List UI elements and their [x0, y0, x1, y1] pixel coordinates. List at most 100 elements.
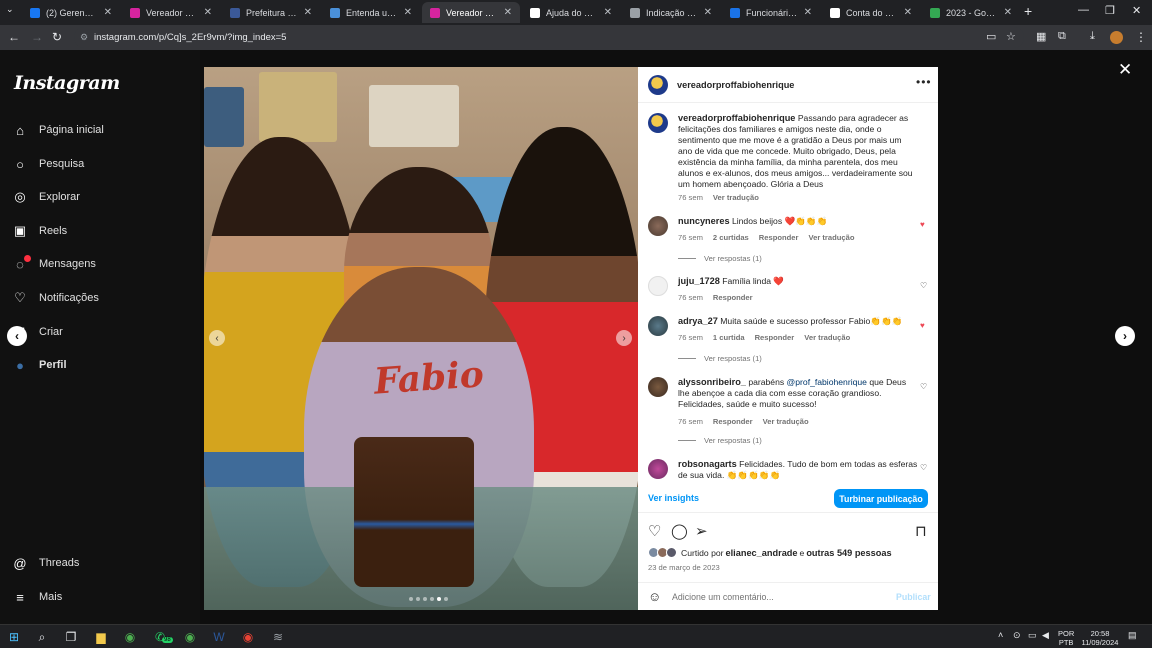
commenter-avatar[interactable]	[648, 276, 668, 296]
previous-post-arrow[interactable]: ‹	[7, 326, 27, 346]
comment-username[interactable]: alyssonribeiro_	[678, 377, 746, 387]
author-username[interactable]: vereadorproffabiohenrique	[677, 80, 794, 90]
task-view-icon[interactable]: ❐	[63, 629, 79, 645]
boost-post-button[interactable]: Turbinar publicação	[834, 489, 928, 508]
extension-icon[interactable]: ▦	[1036, 30, 1046, 43]
tab-close-icon[interactable]: ✕	[304, 7, 312, 18]
sidebar-item-compass[interactable]: ◎ Explorar	[12, 189, 80, 205]
comment-username[interactable]: nuncyneres	[678, 216, 730, 226]
comment-like-heart-icon[interactable]: ♥	[920, 220, 925, 229]
address-bar[interactable]: ⚙ instagram.com/p/Cq]s_2Er9vm/?img_index…	[74, 27, 1024, 48]
translate-link[interactable]: Ver tradução	[804, 332, 850, 343]
comment-like-heart-icon[interactable]: ♡	[920, 281, 927, 290]
volume-icon[interactable]: ◀	[1042, 631, 1049, 640]
site-info-icon[interactable]: ⚙	[80, 32, 88, 43]
profile-avatar[interactable]	[1110, 31, 1123, 44]
notifications-icon[interactable]: ▤	[1128, 631, 1137, 640]
sidebar-item-threads[interactable]: @ Threads	[12, 555, 79, 571]
new-tab-button[interactable]: +	[1024, 3, 1032, 19]
tab-close-icon[interactable]: ✕	[1004, 7, 1012, 18]
cast-icon[interactable]: ▭	[986, 30, 996, 43]
browser-tab[interactable]: Entenda um pouco ✕	[322, 2, 420, 23]
tab-close-icon[interactable]: ✕	[704, 7, 712, 18]
windows-start-icon[interactable]: ⊞	[6, 629, 22, 645]
reply-link[interactable]: Responder	[713, 292, 753, 303]
caption-translate-link[interactable]: Ver tradução	[713, 192, 759, 203]
tab-close-icon[interactable]: ✕	[204, 7, 212, 18]
reply-link[interactable]: Responder	[759, 232, 799, 243]
instagram-logo[interactable]: Instagram	[14, 72, 120, 94]
translate-link[interactable]: Ver tradução	[763, 416, 809, 427]
browser-tab[interactable]: Vereador Professo ✕	[122, 2, 220, 23]
sidebar-item-home[interactable]: ⌂ Página inicial	[12, 122, 104, 138]
chrome-menu-icon[interactable]: ⋮	[1135, 30, 1147, 44]
commenter-avatar[interactable]	[648, 377, 668, 397]
file-explorer-icon[interactable]: ▆	[93, 629, 109, 645]
app-icon[interactable]: ≋	[270, 629, 286, 645]
browser-tab[interactable]: Conta do Google ✕	[822, 2, 920, 23]
publish-button[interactable]: Publicar	[896, 592, 931, 602]
forward-icon[interactable]: →	[31, 30, 43, 44]
download-icon[interactable]: ⤓	[1090, 30, 1095, 43]
maximize-icon[interactable]: ❐	[1105, 4, 1115, 17]
view-replies[interactable]: Ver respostas (1)	[678, 254, 762, 263]
mention-link[interactable]: @prof_fabiohenrique	[787, 377, 867, 387]
browser-tab[interactable]: Ajuda do Google ✕	[522, 2, 620, 23]
comment-like-heart-icon[interactable]: ♡	[920, 463, 927, 472]
more-options-icon[interactable]: •••	[916, 75, 932, 89]
comment-likes[interactable]: 1 curtida	[713, 332, 745, 343]
sidebar-item-search[interactable]: ○ Pesquisa	[12, 156, 84, 172]
commenter-avatar[interactable]	[648, 216, 668, 236]
caption-username[interactable]: vereadorproffabiohenrique	[678, 113, 795, 123]
view-replies[interactable]: Ver respostas (1)	[678, 354, 762, 363]
minimize-icon[interactable]: —	[1078, 4, 1089, 16]
tab-close-icon[interactable]: ✕	[604, 7, 612, 18]
carousel-prev-arrow[interactable]: ‹	[209, 330, 225, 346]
comment-like-heart-icon[interactable]: ♥	[920, 321, 925, 330]
close-window-icon[interactable]: ✕	[1132, 4, 1141, 17]
emoji-icon[interactable]: ☺	[648, 589, 661, 604]
tab-close-icon[interactable]: ✕	[904, 7, 912, 18]
tab-close-icon[interactable]: ✕	[504, 7, 512, 18]
sidebar-item-heart[interactable]: ♡ Notificações	[12, 290, 99, 306]
sidebar-item-reels[interactable]: ▣ Reels	[12, 223, 67, 239]
liked-by-others[interactable]: outras 549 pessoas	[806, 548, 891, 558]
tab-search-icon[interactable]: ⌄	[6, 4, 14, 15]
tab-close-icon[interactable]: ✕	[104, 7, 112, 18]
author-avatar[interactable]	[648, 75, 668, 95]
next-post-arrow[interactable]: ›	[1115, 326, 1135, 346]
browser-tab[interactable]: Funcionários de e ✕	[722, 2, 820, 23]
clock[interactable]: 20:58 11/09/2024	[1078, 629, 1122, 647]
reply-link[interactable]: Responder	[755, 332, 795, 343]
like-heart-icon[interactable]: ♡	[648, 522, 661, 540]
browser-tab[interactable]: Prefeitura de Paço ✕	[222, 2, 320, 23]
browser-tab[interactable]: (2) Gerenciador d ✕	[22, 2, 120, 23]
comment-username[interactable]: robsonagarts	[678, 459, 737, 469]
share-icon[interactable]: ➢	[695, 522, 708, 540]
bookmark-star-icon[interactable]: ☆	[1006, 30, 1016, 43]
back-icon[interactable]: ←	[8, 30, 20, 44]
tab-close-icon[interactable]: ✕	[404, 7, 412, 18]
chrome-profile-icon[interactable]: ◉	[182, 629, 198, 645]
tab-close-icon[interactable]: ✕	[804, 7, 812, 18]
chrome-alt-icon[interactable]: ◉	[240, 629, 256, 645]
save-bookmark-icon[interactable]: ⊓	[915, 522, 927, 540]
tray-chevron-icon[interactable]: ˄	[998, 631, 1003, 640]
translate-link[interactable]: Ver tradução	[808, 232, 854, 243]
chrome-icon[interactable]: ◉	[122, 629, 138, 645]
add-comment-input[interactable]: Adicione um comentário...	[672, 592, 774, 602]
liked-by-user[interactable]: elianec_andrade	[726, 548, 798, 558]
view-replies[interactable]: Ver respostas (1)	[678, 436, 762, 445]
commenter-avatar[interactable]	[648, 459, 668, 479]
network-icon[interactable]: ▭	[1028, 631, 1037, 640]
commenter-avatar[interactable]	[648, 316, 668, 336]
caption-avatar[interactable]	[648, 113, 668, 133]
comment-username[interactable]: juju_1728	[678, 276, 720, 286]
browser-tab[interactable]: Vereador Professo ✕	[422, 2, 520, 23]
browser-tab[interactable]: Indicação 359/20 ✕	[622, 2, 720, 23]
carousel-next-arrow[interactable]: ›	[616, 330, 632, 346]
browser-tab[interactable]: 2023 - Google Dri ✕	[922, 2, 1020, 23]
extensions-puzzle-icon[interactable]: ⧉	[1058, 30, 1066, 43]
comment-username[interactable]: adrya_27	[678, 316, 718, 326]
comment-icon[interactable]: ◯	[671, 522, 688, 540]
